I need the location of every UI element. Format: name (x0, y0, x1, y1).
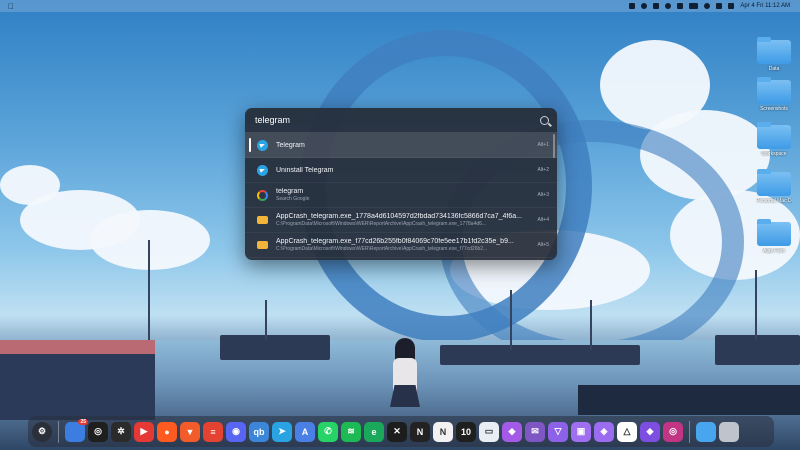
folder-icon (757, 169, 791, 196)
status-icon-3[interactable] (653, 3, 660, 9)
dock-separator (58, 420, 59, 443)
notion-app-icon[interactable]: N (433, 421, 453, 442)
vpn-icon[interactable]: ▽ (548, 421, 568, 442)
whatsapp-icon[interactable]: ✆ (318, 421, 338, 442)
result-shortcut: Alt+2 (537, 167, 549, 173)
downloads-folder-icon[interactable] (696, 421, 716, 442)
desktop-folder-workspace[interactable]: Workspace (756, 122, 792, 157)
email-icon[interactable]: ✉ (525, 421, 545, 442)
discord-icon[interactable]: ◉ (226, 421, 246, 442)
result-row-appcrash-1[interactable]: AppCrash_telegram.exe_1778a4d6104597d2fb… (245, 208, 557, 233)
control-center-icon[interactable] (728, 3, 735, 9)
desktop-folder-label: Data (768, 66, 780, 72)
desktop-folder-label: Workspace (761, 151, 787, 157)
result-shortcut: Alt+5 (537, 242, 549, 248)
result-title: Telegram (276, 141, 305, 149)
folder-icon (257, 216, 268, 224)
result-shortcut: Alt+4 (537, 217, 549, 223)
window-icon[interactable]: ▭ (479, 421, 499, 442)
chatgpt-icon[interactable]: ✲ (111, 421, 131, 442)
launcher-panel: Telegram Alt+1 Uninstall Telegram Alt+2 … (245, 108, 557, 260)
telegram-icon (257, 139, 268, 151)
status-icon-1[interactable] (629, 3, 636, 9)
result-shortcut: Alt+1 (537, 142, 549, 148)
battery-icon[interactable] (689, 3, 699, 9)
folder-icon (757, 219, 791, 246)
gem-icon[interactable]: ◈ (594, 421, 614, 442)
result-title: telegram (276, 188, 304, 195)
dock: ⚙ 25 ◎ ✲ ▶ ● ▼ ≡ ◉ qb ➤ A ✆ ≋ e ✕ N N 10 ▭ ◆ ✉ ▽ ▣ ◈ △ ◆ ◎ (28, 416, 774, 447)
folder-icon (257, 241, 268, 249)
instagram-icon[interactable]: ◎ (663, 421, 683, 442)
result-title: AppCrash_telegram.exe_1778a4d6104597d2fb… (276, 213, 522, 220)
folder-icon (757, 77, 791, 104)
arc-icon[interactable]: A (295, 421, 315, 442)
result-row-search-google[interactable]: telegram Search Google Alt+3 (245, 183, 557, 208)
openai-icon[interactable]: ◎ (88, 421, 108, 442)
result-shortcut: Alt+3 (537, 192, 549, 198)
menubar-clock[interactable]: Apr 4 Fri 11:12 AM (740, 3, 790, 9)
dock-separator (689, 420, 690, 443)
result-subtitle: C:\ProgramData\Microsoft\Windows\WER\Rep… (276, 221, 487, 227)
desktop-folder-label: Screenshots (760, 106, 788, 112)
google-drive-icon[interactable]: △ (617, 421, 637, 442)
result-subtitle: Search Google (276, 196, 310, 202)
edge-icon[interactable]: e (364, 421, 384, 442)
desktop-folder-ajay[interactable]: Ajay Files (756, 219, 792, 254)
search-icon[interactable] (540, 115, 549, 125)
status-icon-4[interactable] (665, 3, 672, 9)
todoist-icon[interactable]: ≡ (203, 421, 223, 442)
wifi-icon[interactable] (704, 3, 711, 9)
desktop-folder-label: Personal Mac Docs (756, 198, 792, 204)
result-row-uninstall-telegram[interactable]: Uninstall Telegram Alt+2 (245, 158, 557, 183)
qbittorrent-icon[interactable]: qb (249, 421, 269, 442)
launcher-search-input[interactable] (253, 114, 540, 126)
youtube-icon[interactable]: ▶ (134, 421, 154, 442)
menu-bar:  Apr 4 Fri 11:12 AM (0, 0, 800, 12)
notion-icon[interactable]: N (410, 421, 430, 442)
folder-icon (757, 37, 791, 64)
brave-icon[interactable]: ▼ (180, 421, 200, 442)
chrome-icon[interactable]: 25 (65, 418, 88, 442)
desktop-folder-data[interactable]: Data (756, 37, 792, 72)
result-subtitle: C:\ProgramData\Microsoft\Windows\WER\Rep… (276, 246, 488, 252)
steam-icon[interactable]: ⚙ (32, 421, 52, 442)
desktop-folder-screenshots[interactable]: Screenshots (756, 77, 792, 112)
kanban-icon[interactable]: 10 (456, 421, 476, 442)
linear-icon[interactable]: ◆ (502, 421, 522, 442)
result-row-appcrash-2[interactable]: AppCrash_telegram.exe_f77cd26b255fb0f840… (245, 233, 557, 258)
result-title: Uninstall Telegram (276, 166, 334, 174)
telegram-icon[interactable]: ➤ (272, 421, 292, 442)
google-icon (257, 189, 268, 201)
reddit-icon[interactable]: ● (157, 421, 177, 442)
results-scrollbar[interactable] (553, 134, 555, 158)
folder-icon (757, 122, 791, 149)
spotify-icon[interactable]: ≋ (341, 421, 361, 442)
xbox-icon[interactable]: ✕ (387, 421, 407, 442)
status-icon-5[interactable] (677, 3, 684, 9)
result-row-telegram[interactable]: Telegram Alt+1 (245, 133, 557, 158)
status-icon-2[interactable] (641, 3, 648, 9)
files-icon[interactable]: ▣ (571, 421, 591, 442)
desktop-folder-label: Ajay Files (763, 248, 785, 254)
notification-badge: 25 (78, 418, 88, 425)
trash-icon[interactable] (719, 421, 739, 442)
launcher-search-bar (245, 108, 557, 133)
search-icon[interactable] (716, 3, 723, 9)
telegram-icon (257, 164, 268, 176)
apple-icon[interactable]:  (0, 2, 14, 11)
desktop-folder-personal[interactable]: Personal Mac Docs (756, 169, 792, 204)
result-title: AppCrash_telegram.exe_f77cd26b255fb0f840… (276, 238, 514, 245)
proton-icon[interactable]: ◆ (640, 421, 660, 442)
